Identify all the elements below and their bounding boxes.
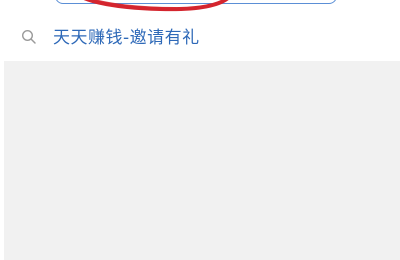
- search-suggestion-item[interactable]: 天天赚钱-邀请有礼: [0, 22, 400, 54]
- search-input[interactable]: [55, 0, 337, 4]
- search-icon: [21, 29, 36, 44]
- search-suggestion-label: 天天赚钱-邀请有礼: [53, 28, 200, 48]
- content-panel: [4, 61, 400, 260]
- screen: 天天赚钱-邀请有礼: [0, 0, 400, 260]
